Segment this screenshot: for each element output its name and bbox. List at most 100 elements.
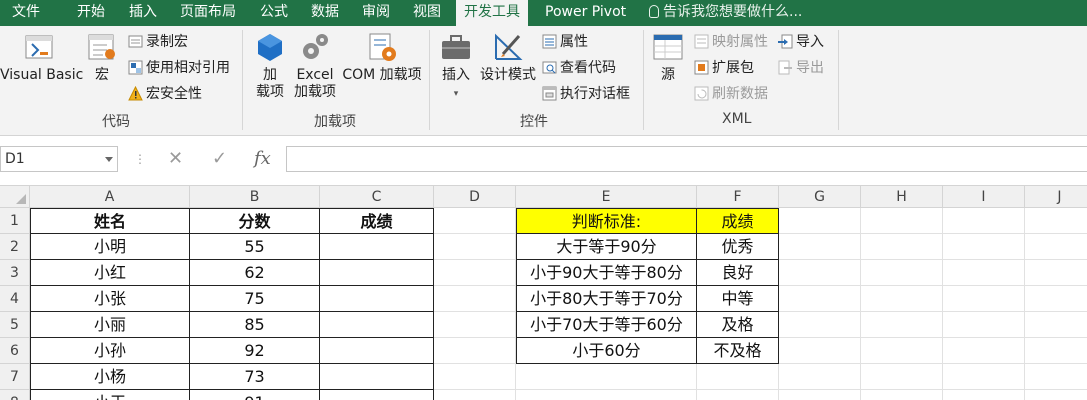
map-properties-button[interactable]: 映射属性 bbox=[694, 31, 768, 53]
table1-cell[interactable] bbox=[320, 234, 434, 260]
cell[interactable] bbox=[861, 260, 943, 286]
run-dialog-button[interactable]: 执行对话框 bbox=[542, 83, 630, 105]
table2-cell[interactable]: 小于90大于等于80分 bbox=[516, 260, 697, 286]
cell[interactable] bbox=[861, 390, 943, 400]
column-header-a[interactable]: A bbox=[30, 186, 190, 208]
row-header-6[interactable]: 6 bbox=[0, 338, 30, 364]
table1-cell[interactable] bbox=[320, 312, 434, 338]
table2-cell[interactable]: 良好 bbox=[697, 260, 779, 286]
enter-icon[interactable]: ✓ bbox=[212, 147, 227, 171]
table1-cell[interactable] bbox=[320, 338, 434, 364]
cell[interactable] bbox=[434, 390, 516, 400]
column-header-b[interactable]: B bbox=[190, 186, 320, 208]
design-mode-button[interactable]: 设计模式 bbox=[478, 30, 538, 84]
cell[interactable] bbox=[779, 286, 861, 312]
table1-cell[interactable]: 62 bbox=[190, 260, 320, 286]
table1-cell[interactable]: 小丽 bbox=[30, 312, 190, 338]
table1-cell[interactable] bbox=[320, 286, 434, 312]
table1-cell[interactable]: 小张 bbox=[30, 286, 190, 312]
column-header-i[interactable]: I bbox=[943, 186, 1025, 208]
tell-me-search[interactable]: 告诉我您想要做什么... bbox=[649, 0, 802, 26]
cell[interactable] bbox=[434, 208, 516, 234]
table1-cell[interactable]: 73 bbox=[190, 364, 320, 390]
table1-header-cell[interactable]: 分数 bbox=[190, 208, 320, 234]
table1-header-cell[interactable]: 姓名 bbox=[30, 208, 190, 234]
cell[interactable] bbox=[434, 260, 516, 286]
import-button[interactable]: 导入 bbox=[778, 31, 824, 53]
table1-cell[interactable]: 小杨 bbox=[30, 364, 190, 390]
cell[interactable] bbox=[861, 312, 943, 338]
tab-view[interactable]: 视图 bbox=[413, 0, 441, 26]
tab-file[interactable]: 文件 bbox=[12, 0, 40, 26]
cell[interactable] bbox=[516, 364, 697, 390]
xml-source-button[interactable]: 源 bbox=[650, 30, 686, 84]
table2-cell[interactable]: 及格 bbox=[697, 312, 779, 338]
cell[interactable] bbox=[943, 364, 1025, 390]
table1-cell[interactable]: 75 bbox=[190, 286, 320, 312]
cell[interactable] bbox=[779, 364, 861, 390]
cell[interactable] bbox=[943, 260, 1025, 286]
cell[interactable] bbox=[861, 286, 943, 312]
cell[interactable] bbox=[943, 390, 1025, 400]
row-header-4[interactable]: 4 bbox=[0, 286, 30, 312]
cell[interactable] bbox=[861, 364, 943, 390]
cell[interactable] bbox=[861, 338, 943, 364]
table1-cell[interactable]: 小明 bbox=[30, 234, 190, 260]
cell[interactable] bbox=[943, 208, 1025, 234]
row-header-8[interactable]: 8 bbox=[0, 390, 30, 400]
cell[interactable] bbox=[779, 338, 861, 364]
cell[interactable] bbox=[1025, 260, 1087, 286]
table1-cell[interactable]: 85 bbox=[190, 312, 320, 338]
cell[interactable] bbox=[943, 234, 1025, 260]
column-header-d[interactable]: D bbox=[434, 186, 516, 208]
tab-developer[interactable]: 开发工具 bbox=[456, 0, 528, 27]
com-addins-button[interactable]: COM 加载项 bbox=[340, 30, 424, 84]
tab-power-pivot[interactable]: Power Pivot bbox=[545, 0, 626, 26]
table2-cell[interactable]: 优秀 bbox=[697, 234, 779, 260]
row-header-3[interactable]: 3 bbox=[0, 260, 30, 286]
tab-home[interactable]: 开始 bbox=[77, 0, 105, 26]
refresh-data-button[interactable]: 刷新数据 bbox=[694, 83, 768, 105]
cell[interactable] bbox=[1025, 208, 1087, 234]
cell[interactable] bbox=[1025, 312, 1087, 338]
cell[interactable] bbox=[943, 338, 1025, 364]
row-header-5[interactable]: 5 bbox=[0, 312, 30, 338]
cell[interactable] bbox=[1025, 338, 1087, 364]
table1-cell[interactable]: 55 bbox=[190, 234, 320, 260]
table2-cell[interactable]: 大于等于90分 bbox=[516, 234, 697, 260]
expansion-packs-button[interactable]: 扩展包 bbox=[694, 57, 754, 79]
formula-input[interactable] bbox=[286, 146, 1087, 172]
formula-bar-grip[interactable]: ⋮ bbox=[134, 151, 146, 167]
cell[interactable] bbox=[1025, 390, 1087, 400]
relative-reference-button[interactable]: 使用相对引用 bbox=[128, 57, 230, 79]
name-box[interactable]: D1 bbox=[0, 146, 118, 172]
row-header-1[interactable]: 1 bbox=[0, 208, 30, 234]
column-header-c[interactable]: C bbox=[320, 186, 434, 208]
tab-insert[interactable]: 插入 bbox=[129, 0, 157, 26]
table1-header-cell[interactable]: 成绩 bbox=[320, 208, 434, 234]
tab-review[interactable]: 审阅 bbox=[362, 0, 390, 26]
table2-header-cell[interactable]: 成绩 bbox=[697, 208, 779, 234]
cancel-icon[interactable]: ✕ bbox=[168, 147, 183, 171]
insert-control-button[interactable]: 插入 ▾ bbox=[436, 30, 476, 103]
insert-function-icon[interactable]: fx bbox=[254, 147, 271, 171]
tab-data[interactable]: 数据 bbox=[311, 0, 339, 26]
cell[interactable] bbox=[943, 286, 1025, 312]
table1-cell[interactable] bbox=[320, 390, 434, 400]
table1-cell[interactable]: 92 bbox=[190, 338, 320, 364]
table2-cell[interactable]: 小于70大于等于60分 bbox=[516, 312, 697, 338]
table1-cell[interactable]: 小红 bbox=[30, 260, 190, 286]
properties-button[interactable]: 属性 bbox=[542, 31, 588, 53]
cell[interactable] bbox=[434, 364, 516, 390]
column-header-e[interactable]: E bbox=[516, 186, 697, 208]
select-all-corner[interactable] bbox=[0, 186, 30, 208]
column-header-h[interactable]: H bbox=[861, 186, 943, 208]
table2-cell[interactable]: 小于80大于等于70分 bbox=[516, 286, 697, 312]
cell[interactable] bbox=[434, 338, 516, 364]
cell[interactable] bbox=[1025, 364, 1087, 390]
cell[interactable] bbox=[434, 312, 516, 338]
macro-security-button[interactable]: 宏安全性 bbox=[128, 83, 202, 105]
addins-button[interactable]: 加 载项 bbox=[250, 30, 290, 101]
cell[interactable] bbox=[516, 390, 697, 400]
table1-cell[interactable]: 小王 bbox=[30, 390, 190, 400]
